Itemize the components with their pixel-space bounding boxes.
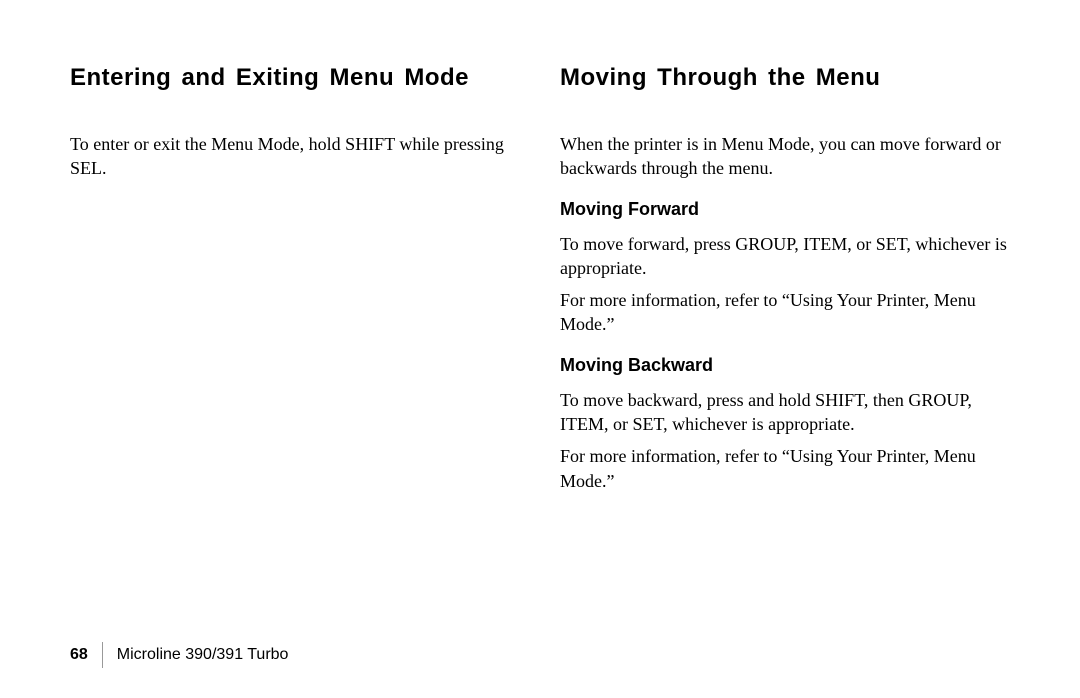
product-name: Microline 390/391 Turbo	[117, 646, 289, 664]
body-text: To move forward, press GROUP, ITEM, or S…	[560, 232, 1020, 281]
body-text: When the printer is in Menu Mode, you ca…	[560, 132, 1020, 181]
page-footer: 68 Microline 390/391 Turbo	[70, 642, 288, 668]
heading-entering-exiting: Entering and Exiting Menu Mode	[70, 64, 510, 92]
body-text: To move backward, press and hold SHIFT, …	[560, 388, 1020, 437]
subheading-moving-forward: Moving Forward	[560, 199, 1020, 220]
heading-moving-through: Moving Through the Menu	[560, 64, 1020, 92]
body-text: For more information, refer to “Using Yo…	[560, 288, 1020, 337]
page-content: Entering and Exiting Menu Mode To enter …	[0, 0, 1080, 501]
footer-divider	[102, 642, 103, 668]
right-column: Moving Through the Menu When the printer…	[560, 64, 1020, 501]
body-text: For more information, refer to “Using Yo…	[560, 444, 1020, 493]
left-column: Entering and Exiting Menu Mode To enter …	[70, 64, 510, 501]
page-number: 68	[70, 646, 88, 664]
body-text: To enter or exit the Menu Mode, hold SHI…	[70, 132, 510, 181]
subheading-moving-backward: Moving Backward	[560, 355, 1020, 376]
